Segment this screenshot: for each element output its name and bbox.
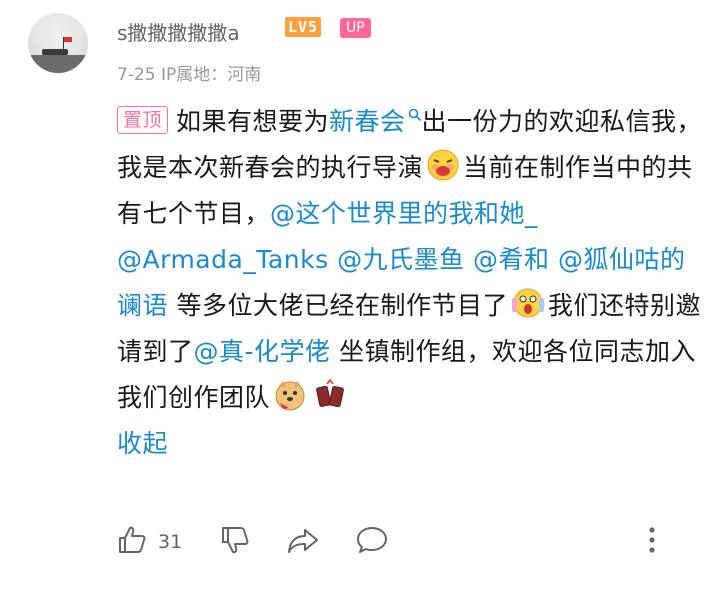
comment-text-4: 等多位大佬已经在制作节目了 [176,291,508,320]
more-icon[interactable] [642,524,662,556]
mention-2[interactable]: @Armada_Tanks [117,245,329,274]
search-link[interactable]: 新春会 [329,107,422,136]
username[interactable]: s撒撒撒撒撒a [117,17,240,46]
search-icon [408,108,421,122]
like-count: 31 [158,531,183,553]
pinned-badge: 置顶 [117,106,169,134]
thumbs-up-icon[interactable] [116,524,148,556]
level-badge: LV5 [285,17,322,37]
collapse-link[interactable]: 收起 [117,429,168,458]
up-badge: UP [340,18,371,38]
ip-location: IP属地：河南 [161,65,262,85]
doge-emoji-icon [275,381,305,411]
mention-4[interactable]: @肴和 [473,245,550,274]
share-icon[interactable] [286,524,320,556]
mention-6[interactable]: @真-化学佬 [194,337,331,366]
comment-meta: 7-25 IP属地：河南 [117,60,261,85]
avatar[interactable] [28,13,88,73]
shocked-emoji-icon [511,288,544,318]
comment-text-1: 如果有想要为 [176,107,330,136]
cheers-emoji-icon [316,378,344,408]
comment-icon[interactable] [355,524,389,556]
mention-1[interactable]: @这个世界里的我和她_ [270,199,538,228]
comment-date: 7-25 [117,65,156,85]
thumbs-down-icon[interactable] [219,524,251,556]
comment-body: 置顶 如果有想要为新春会 出一份力的欢迎私信我，我是本次新春会的执行导演 当前在制作当… [117,99,707,467]
laughing-emoji-icon [427,149,459,181]
mention-3[interactable]: @九氏墨鱼 [337,245,465,274]
